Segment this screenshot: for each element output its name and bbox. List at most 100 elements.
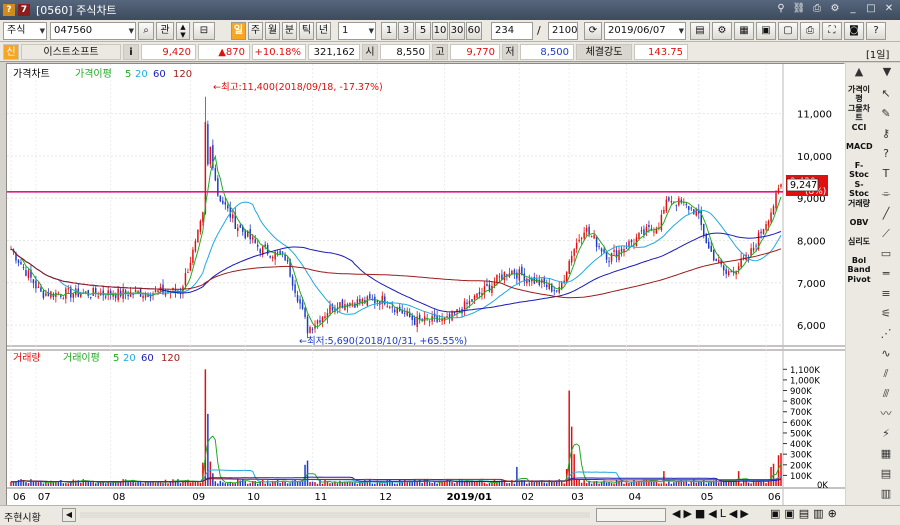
layout-button[interactable]: ⊟ (193, 22, 215, 40)
candle-body (197, 230, 199, 243)
eraser-icon[interactable]: ✎ (876, 105, 896, 123)
fan-icon[interactable]: ⋰ (876, 325, 896, 343)
candle-body (767, 220, 770, 226)
minute-10[interactable]: 10 (432, 22, 448, 40)
scroll-down-icon[interactable]: ▼ (876, 63, 898, 81)
cursor-icon[interactable]: ↖ (876, 85, 896, 103)
print-icon[interactable]: ⎙ (810, 2, 824, 16)
info-icon[interactable]: i (123, 44, 139, 60)
volume-bar (172, 479, 174, 486)
minimize-icon[interactable]: _ (846, 2, 860, 16)
candle-body (575, 242, 578, 249)
status-tab[interactable]: 주현시황 (4, 509, 41, 524)
ray-icon[interactable]: ⟋ (876, 225, 896, 243)
chart-area[interactable]: 6,000 7,000 8,000 9,000 10,000 11,000 100K 200K… (6, 63, 845, 516)
period-month[interactable]: 월 (265, 22, 280, 40)
scroll-left-icon[interactable]: ◀ (62, 508, 76, 522)
indicator-item[interactable]: CCI (846, 123, 872, 132)
cycle-icon[interactable]: ∿ (876, 345, 896, 363)
indicator-item[interactable]: Bol Band (846, 256, 872, 274)
candle-body (316, 320, 319, 324)
wave-icon[interactable]: 〰 (876, 405, 896, 423)
candle-body (648, 224, 650, 228)
pattern-icon[interactable]: ⌯ (876, 185, 896, 203)
volume-tick-label: 500K (790, 429, 812, 439)
candle-body (281, 251, 284, 253)
help-button-icon[interactable]: ? (866, 22, 886, 40)
total-input[interactable]: 2100 (548, 22, 578, 40)
indicator-item[interactable]: 심리도 (846, 237, 872, 246)
favorite-button[interactable]: 관 (156, 22, 174, 40)
refresh-icon[interactable]: ⟳ (584, 22, 602, 40)
period-day[interactable]: 일 (231, 22, 246, 40)
spin-updown-icon[interactable]: ▲ ▼ (176, 22, 190, 40)
screen-icon[interactable]: ▢ (778, 22, 798, 40)
volume-tick-label: 300K (790, 451, 812, 461)
stock-code-input[interactable]: 047560 (50, 22, 136, 40)
indicator-item[interactable]: MACD (846, 142, 873, 151)
view-controls-icon[interactable]: ▣▣▤▥⊕ (770, 507, 841, 520)
minute-1[interactable]: 1 (381, 22, 397, 40)
search-icon[interactable]: ⌕ (138, 22, 154, 40)
zoom-slider[interactable] (596, 508, 666, 522)
minute-30[interactable]: 30 (449, 22, 465, 40)
gann-icon[interactable]: ⚟ (876, 305, 896, 323)
indicator-item[interactable]: 거래량 (846, 199, 872, 208)
count-input[interactable]: 234 (491, 22, 533, 40)
period-year[interactable]: 년 (316, 22, 331, 40)
save-chart-icon[interactable]: ▤ (876, 465, 896, 483)
rectangle-icon[interactable]: ▭ (876, 245, 896, 263)
indicator-item[interactable]: 가격이평 (846, 85, 872, 103)
volume-bar (466, 481, 468, 486)
link-icon[interactable]: ⛓ (792, 2, 806, 16)
trendline-icon[interactable]: ╱ (876, 205, 896, 223)
close-icon[interactable]: ✕ (882, 2, 896, 16)
horizontal-scrollbar[interactable] (80, 512, 590, 518)
speed-icon[interactable]: ⫽ (876, 365, 896, 383)
period-tag: [1일] (866, 50, 890, 61)
candle-body (588, 226, 590, 235)
candle-body (772, 206, 775, 214)
nav-controls-icon[interactable]: ◀▶■◀L◀▶ (672, 507, 752, 520)
interval-select[interactable]: 1 (338, 22, 376, 40)
print-chart-icon[interactable]: ⎙ (800, 22, 820, 40)
text-tool-icon[interactable]: T (876, 165, 896, 183)
fib-icon[interactable]: ≡ (876, 285, 896, 303)
indicator-item[interactable]: S-Stoc (846, 180, 872, 198)
scroll-up-icon[interactable]: ▲ (848, 63, 870, 81)
hline-icon[interactable]: ═ (876, 265, 896, 283)
candle-body (20, 262, 22, 265)
question-icon[interactable]: ? (876, 145, 896, 163)
indicator-item[interactable]: Pivot (846, 275, 872, 284)
indicator-item[interactable]: 그물차트 (846, 104, 872, 122)
magnet-icon[interactable]: ⚷ (876, 125, 896, 143)
auto-icon[interactable]: ⚡ (876, 425, 896, 443)
period-week[interactable]: 주 (248, 22, 263, 40)
minute-5[interactable]: 5 (415, 22, 431, 40)
camera-icon[interactable]: ◙ (844, 22, 864, 40)
candle-body (660, 214, 663, 231)
volume-bar (528, 482, 531, 486)
indicator-icon[interactable]: ▦ (734, 22, 754, 40)
stock-chart-svg[interactable]: 6,0007,0008,0009,00010,00011,000100K200K… (7, 64, 845, 516)
market-select[interactable]: 주식 (3, 22, 47, 40)
grid-icon[interactable]: ▦ (876, 445, 896, 463)
indicator-item[interactable]: F-Stoc (846, 161, 872, 179)
save-icon[interactable]: ▣ (756, 22, 776, 40)
chart-type-icon[interactable]: ▤ (690, 22, 710, 40)
date-input[interactable]: 2019/06/07 (604, 22, 686, 40)
minute-60[interactable]: 60 (466, 22, 482, 40)
period-tick[interactable]: 틱 (299, 22, 314, 40)
fullscreen-icon[interactable]: ⛶ (822, 22, 842, 40)
volume-bar (623, 483, 625, 486)
bar-icon[interactable]: ▥ (876, 485, 896, 503)
andrew-icon[interactable]: ⫻ (876, 385, 896, 403)
pin-icon[interactable]: ⚲ (774, 2, 788, 16)
help-icon[interactable]: ? (3, 4, 15, 16)
maximize-icon[interactable]: □ (864, 2, 878, 16)
settings-icon[interactable]: ⚙ (828, 2, 842, 16)
minute-3[interactable]: 3 (398, 22, 414, 40)
indicator-item[interactable]: OBV (846, 218, 872, 227)
period-minute[interactable]: 분 (282, 22, 297, 40)
tool-settings-icon[interactable]: ⚙ (712, 22, 732, 40)
